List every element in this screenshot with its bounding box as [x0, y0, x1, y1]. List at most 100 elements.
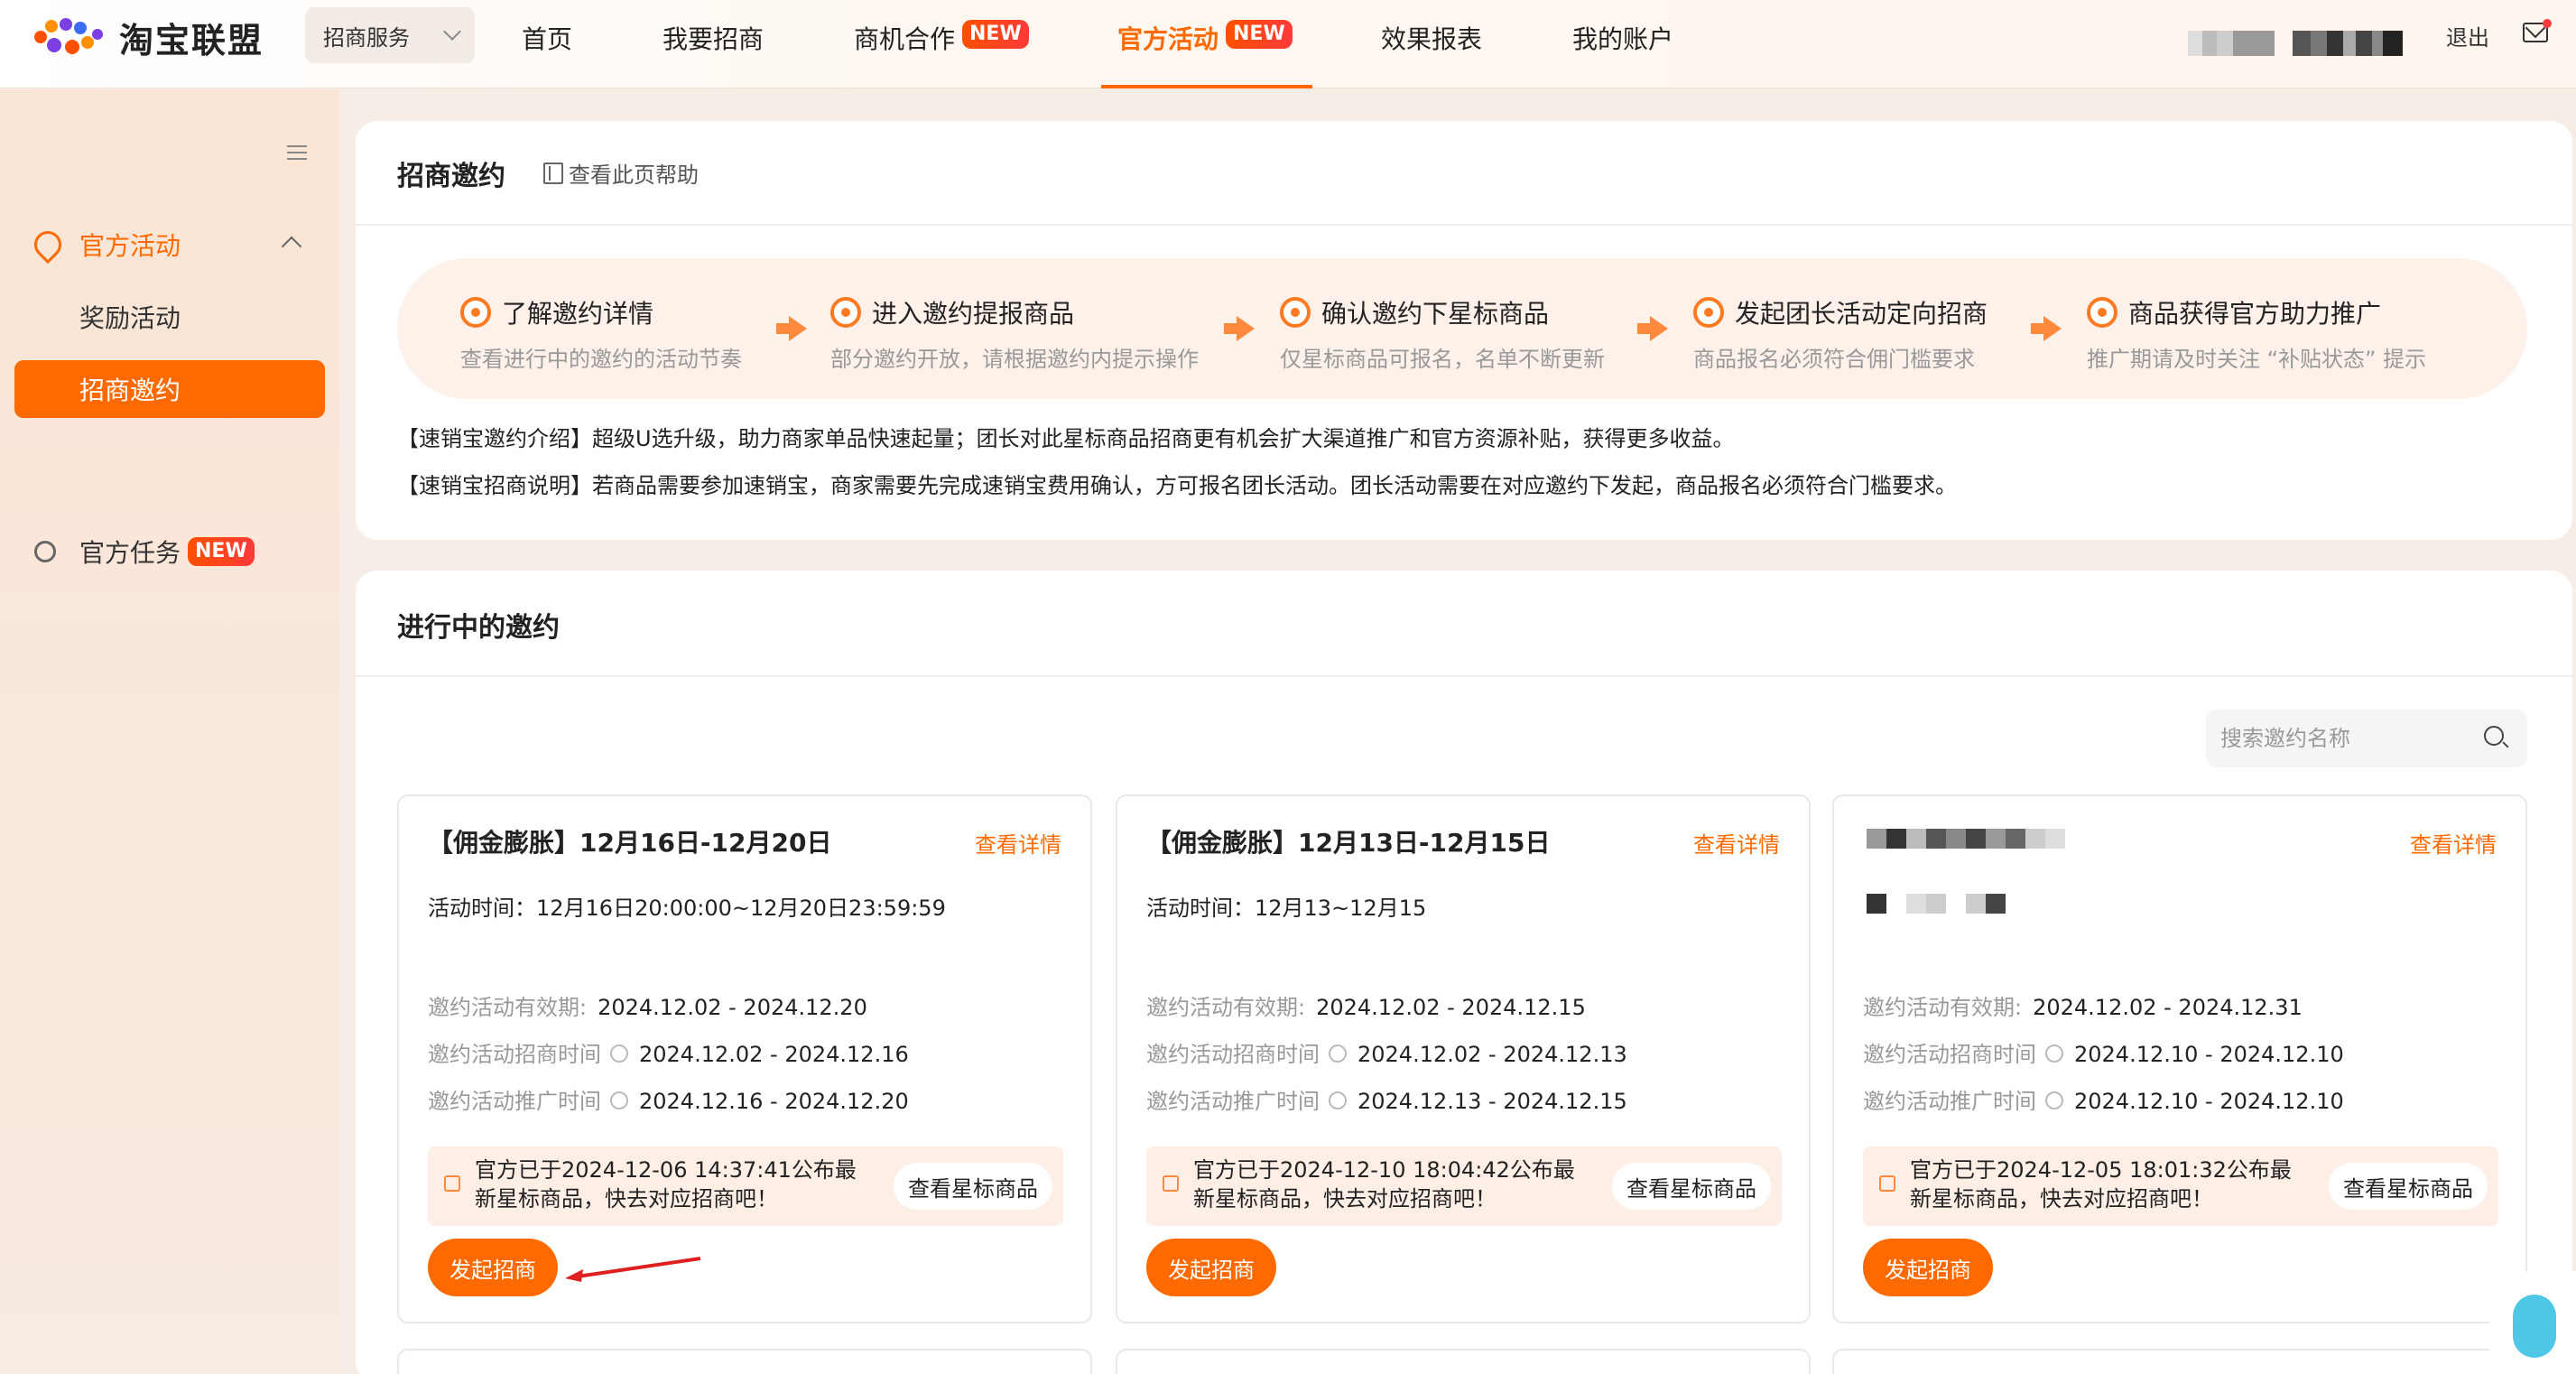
service-dropdown-label: 招商服务: [323, 24, 410, 51]
service-dropdown[interactable]: 招商服务: [305, 7, 475, 63]
search-icon[interactable]: [2484, 726, 2504, 746]
mail-icon[interactable]: [2523, 19, 2552, 42]
arrow-right-icon: [1224, 316, 1255, 341]
search-input[interactable]: [2206, 710, 2527, 767]
info-icon[interactable]: [2045, 1091, 2063, 1109]
invitation-card: [397, 1349, 1092, 1374]
step-desc: 商品报名必须符合佣门槛要求: [1693, 347, 1975, 372]
nav-home[interactable]: 首页: [522, 0, 572, 88]
notice-bar: 官方已于2024-12-06 14:37:41公布最新星标商品，快去对应招商吧！…: [428, 1147, 1063, 1226]
search-icon: [460, 297, 491, 328]
view-star-products-button[interactable]: 查看星标商品: [2329, 1163, 2488, 1210]
info-icon[interactable]: [2045, 1044, 2063, 1063]
logo[interactable]: 淘宝联盟: [34, 13, 264, 62]
sidebar-item-label: 招商邀约: [79, 376, 181, 405]
nav-account[interactable]: 我的账户: [1572, 0, 1673, 88]
valid-period-value: 2024.12.02 - 2024.12.20: [598, 995, 867, 1020]
sidebar-item-label: 官方任务: [79, 538, 181, 568]
section-title: 进行中的邀约: [397, 612, 560, 644]
info-icon[interactable]: [610, 1091, 628, 1109]
valid-period-label: 邀约活动有效期:: [428, 995, 588, 1020]
promo-time-label: 邀约活动推广时间: [428, 1089, 601, 1114]
logo-icon: [34, 17, 107, 58]
chevron-down-icon: [443, 23, 461, 41]
star-icon: [1280, 297, 1311, 328]
activity-time: 活动时间：12月13~12月15: [1146, 890, 1426, 922]
divider: [356, 675, 2572, 677]
step-title: 确认邀约下星标商品: [1321, 299, 1550, 329]
promo-time-value: 2024.12.10 - 2024.12.10: [2074, 1089, 2344, 1114]
valid-period-row: 邀约活动有效期: 2024.12.02 - 2024.12.31: [1863, 989, 2303, 1021]
info-icon[interactable]: [1329, 1091, 1347, 1109]
chevron-up-icon[interactable]: [281, 236, 302, 257]
step-desc: 查看进行中的邀约的活动节奏: [460, 347, 742, 372]
step-1: 了解邀约详情 查看进行中的邀约的活动节奏: [460, 294, 742, 373]
notice-text: 官方已于2024-12-05 18:01:32公布最新星标商品，快去对应招商吧！: [1910, 1157, 2292, 1212]
step-5: 商品获得官方助力推广 推广期请及时关注 “补贴状态” 提示: [2087, 294, 2426, 373]
step-4: 发起团长活动定向招商 商品报名必须符合佣门槛要求: [1693, 294, 1988, 373]
launch-recruit-button[interactable]: 发起招商: [1863, 1239, 1993, 1296]
nav-official-activity[interactable]: 官方活动 NEW: [1101, 0, 1312, 88]
process-steps: 了解邀约详情 查看进行中的邀约的活动节奏 进入邀约提报商品 部分邀约开放，请根据…: [397, 258, 2527, 399]
view-star-products-button[interactable]: 查看星标商品: [894, 1163, 1052, 1210]
redacted-username[interactable]: [2293, 31, 2403, 56]
valid-period-row: 邀约活动有效期: 2024.12.02 - 2024.12.15: [1146, 989, 1586, 1021]
activity-time-value: 12月16日20:00:00~12月20日23:59:59: [536, 896, 946, 921]
recruit-time-row: 邀约活动招商时间 2024.12.02 - 2024.12.16: [428, 1036, 909, 1068]
info-icon[interactable]: [1329, 1044, 1347, 1063]
sidebar-item-rewards[interactable]: 奖励活动: [14, 288, 325, 346]
invitation-card: 查看详情 邀约活动有效期: 2024.12.02 - 2024.12.31 邀约活…: [1832, 794, 2527, 1323]
launch-recruit-button[interactable]: 发起招商: [428, 1239, 558, 1296]
nav-recruit[interactable]: 我要招商: [663, 0, 764, 88]
promo-time-value: 2024.12.13 - 2024.12.15: [1357, 1089, 1627, 1114]
notice-bar: 官方已于2024-12-05 18:01:32公布最新星标商品，快去对应招商吧！…: [1863, 1147, 2498, 1226]
menu-icon[interactable]: [287, 145, 307, 160]
view-detail-link[interactable]: 查看详情: [1693, 827, 1780, 859]
help-link[interactable]: 查看此页帮助: [543, 157, 699, 189]
recruit-time-row: 邀约活动招商时间 2024.12.10 - 2024.12.10: [1863, 1036, 2344, 1068]
step-title: 商品获得官方助力推广: [2128, 299, 2382, 329]
nav-business[interactable]: 商机合作 NEW: [854, 0, 1029, 88]
recruit-time-label: 邀约活动招商时间: [1863, 1042, 2036, 1067]
recruit-time-value: 2024.12.02 - 2024.12.13: [1357, 1042, 1627, 1067]
speaker-icon: [1879, 1175, 1895, 1192]
new-badge: NEW: [962, 20, 1029, 49]
guide-panel: 招商邀约 查看此页帮助 了解邀约详情 查看进行中的邀约的活动节奏 进入邀约提报商…: [356, 121, 2572, 540]
step-title: 进入邀约提报商品: [872, 299, 1075, 329]
nav-account-label: 我的账户: [1572, 24, 1674, 54]
sidebar-item-tasks[interactable]: 官方任务 NEW: [34, 534, 255, 570]
help-link-label: 查看此页帮助: [569, 162, 699, 188]
logout-link[interactable]: 退出: [2446, 20, 2489, 51]
view-detail-link[interactable]: 查看详情: [975, 827, 1061, 859]
card-title: 【佣金膨胀】12月16日-12月20日: [428, 828, 832, 858]
speaker-icon: [444, 1175, 460, 1192]
notice-text: 官方已于2024-12-10 18:04:42公布最新星标商品，快去对应招商吧！: [1193, 1157, 1575, 1212]
task-icon: [34, 541, 56, 562]
sidebar-group-label: 官方活动: [79, 231, 181, 261]
mascot-icon[interactable]: [2489, 1271, 2576, 1374]
info-icon[interactable]: [610, 1044, 628, 1063]
invitation-card: 【佣金膨胀】12月13日-12月15日 查看详情 活动时间：12月13~12月1…: [1116, 794, 1811, 1323]
arrow-right-icon: [1637, 316, 1668, 341]
activity-time-label: 活动时间：: [1146, 896, 1255, 921]
promo-time-label: 邀约活动推广时间: [1146, 1089, 1320, 1114]
sidebar-group-official-activity[interactable]: 官方活动: [28, 225, 181, 265]
view-star-products-button[interactable]: 查看星标商品: [1612, 1163, 1771, 1210]
launch-recruit-button[interactable]: 发起招商: [1146, 1239, 1276, 1296]
step-desc: 仅星标商品可报名，名单不断更新: [1280, 347, 1605, 372]
upload-icon: [830, 297, 861, 328]
step-title: 发起团长活动定向招商: [1735, 299, 1988, 329]
notice-text: 官方已于2024-12-06 14:37:41公布最新星标商品，快去对应招商吧！: [475, 1157, 857, 1212]
nav-recruit-label: 我要招商: [663, 24, 764, 54]
yuan-icon: [2087, 297, 2117, 328]
sidebar-item-invitations[interactable]: 招商邀约: [14, 360, 325, 418]
activity-time: 活动时间：12月16日20:00:00~12月20日23:59:59: [428, 890, 946, 922]
view-detail-link[interactable]: 查看详情: [2410, 827, 2497, 859]
intro-text: 【速销宝招商说明】若商品需要参加速销宝，商家需要先完成速销宝费用确认，方可报名团…: [397, 473, 1957, 498]
new-badge: NEW: [1226, 20, 1293, 49]
sidebar: 官方活动 奖励活动 招商邀约 官方任务 NEW: [0, 89, 339, 1374]
valid-period-value: 2024.12.02 - 2024.12.15: [1316, 995, 1586, 1020]
nav-reports[interactable]: 效果报表: [1381, 0, 1482, 88]
nav-business-label: 商机合作: [854, 24, 956, 54]
step-desc: 推广期请及时关注 “补贴状态” 提示: [2087, 347, 2427, 372]
